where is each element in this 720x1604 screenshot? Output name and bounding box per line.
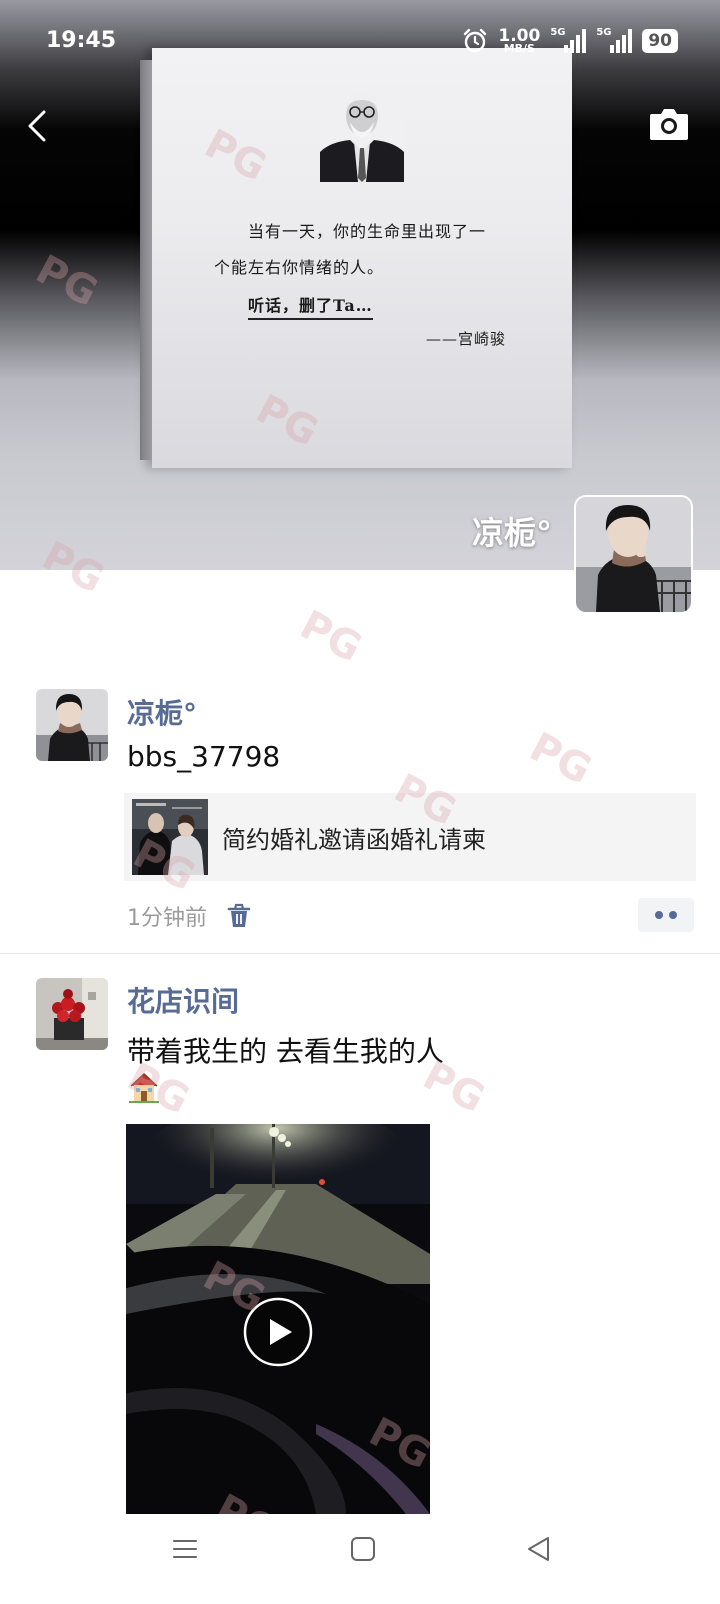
link-title: 简约婚礼邀请函婚礼请柬 [222,825,486,854]
home-square-icon[interactable] [350,1536,376,1562]
shared-link-card[interactable]: 简约婚礼邀请函婚礼请柬 [124,793,696,881]
status-icons: 1.00 MB/S 5G 5G 90 [462,26,678,56]
status-bar: 19:45 1.00 MB/S 5G 5G 90 [0,0,720,80]
quote-line-3: 听话，删了Ta… [248,292,373,320]
post-time: 1分钟前 [127,906,207,931]
quote-card: 当有一天，你的生命里出现了一 个能左右你情绪的人。 听话，删了Ta… ——宫崎骏 [152,48,572,468]
profile-name: 凉栀° [471,514,552,552]
status-time: 19:45 [46,28,117,53]
quote-line-2: 个能左右你情绪的人。 [214,258,385,277]
post-avatar[interactable] [36,978,108,1050]
play-icon[interactable] [242,1296,314,1368]
quote-author: ——宫崎骏 [426,330,507,348]
post-text: bbs_37798 [127,740,281,773]
profile-avatar[interactable] [576,497,691,612]
more-dot-icon [669,911,677,919]
post-author[interactable]: 花店识间 [127,980,239,1020]
post-author[interactable]: 凉栀° [127,692,197,732]
moment-post: 凉栀° bbs_37798 简约婚礼邀请函婚礼请柬 1分钟前 [0,686,720,954]
signal-2-label: 5G [596,27,612,38]
signal-1: 5G [550,27,587,53]
alarm-icon [464,28,487,53]
post-avatar[interactable] [36,689,108,761]
post-text: 带着我生的 去看生我的人 [127,1035,444,1068]
system-nav-bar [0,1514,720,1604]
moments-page: 当有一天，你的生命里出现了一 个能左右你情绪的人。 听话，删了Ta… ——宫崎骏… [0,0,720,1604]
camera-icon[interactable] [648,106,690,142]
signal-2: 5G [596,27,633,53]
delete-icon[interactable] [227,903,251,929]
battery-level: 90 [642,29,678,53]
video-thumbnail[interactable] [126,1124,430,1514]
house-icon [129,1072,159,1103]
more-dot-icon [655,911,663,919]
network-speed: 1.00 MB/S [498,28,540,55]
post-meta: 1分钟前 [127,900,251,932]
back-arrow-icon[interactable] [20,106,56,146]
signal-1-label: 5G [550,27,566,38]
speed-unit: MB/S [503,42,535,55]
link-thumbnail [132,799,208,875]
menu-icon[interactable] [172,1536,198,1562]
back-triangle-icon[interactable] [526,1535,552,1563]
cover-image[interactable]: 当有一天，你的生命里出现了一 个能左右你情绪的人。 听话，删了Ta… ——宫崎骏… [0,0,720,570]
more-actions-button[interactable] [638,898,694,932]
author-portrait [320,86,404,182]
watermark-text: PG [293,602,369,672]
quote-line-1: 当有一天，你的生命里出现了一 [248,222,487,241]
